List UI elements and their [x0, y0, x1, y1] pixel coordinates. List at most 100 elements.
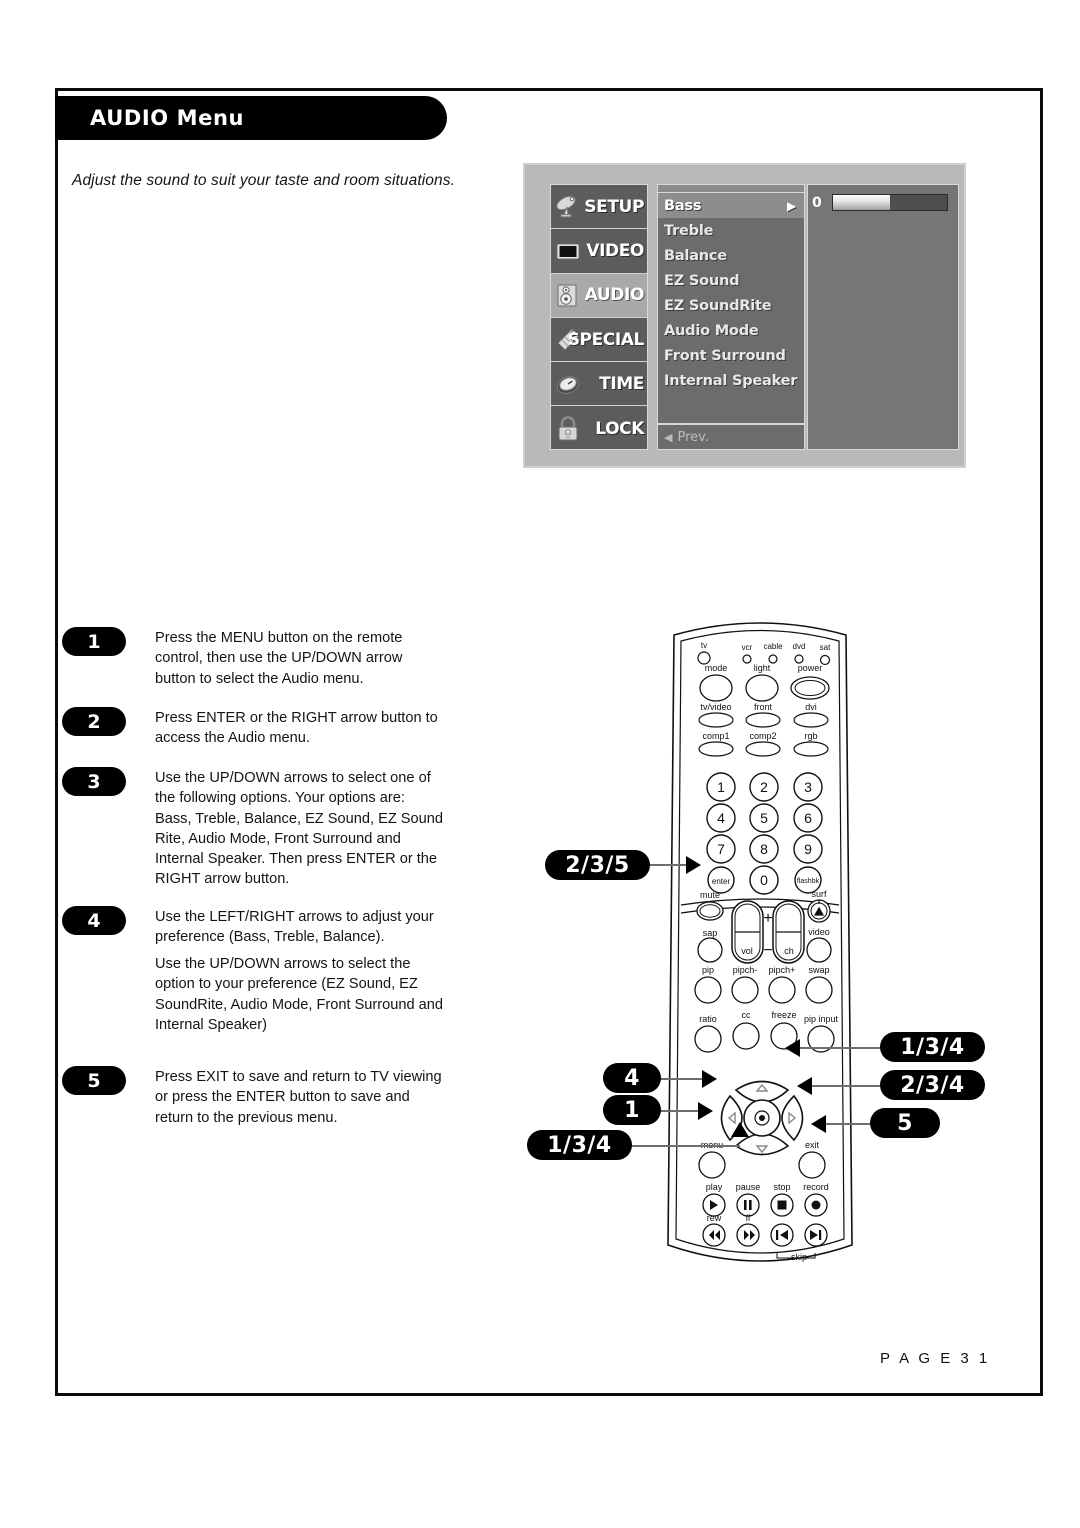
leader-line-menu: [658, 1110, 702, 1112]
remote-label-plus: +: [763, 910, 772, 927]
step-text-4b: Use the UP/DOWN arrows to select the opt…: [155, 956, 444, 1033]
remote-label-rgb: rgb: [804, 731, 817, 741]
arrowhead-exit: [811, 1115, 826, 1133]
remote-label-pip: pip: [702, 965, 714, 975]
remote-label-stop: stop: [773, 1182, 790, 1192]
remote-label-freeze: freeze: [771, 1010, 796, 1020]
osd-category-label: SETUP: [584, 196, 644, 217]
osd-item-front-surround[interactable]: Front Surround: [658, 343, 804, 368]
osd-item-label: Front Surround: [664, 347, 786, 364]
step-number-3: 3: [62, 767, 126, 796]
osd-category-label: LOCK: [595, 418, 644, 439]
osd-category-time[interactable]: TIME: [551, 362, 647, 407]
page-footer: P A G E 3 1: [880, 1350, 991, 1367]
arrowhead-right: [797, 1077, 812, 1095]
osd-item-label: Bass: [664, 197, 702, 214]
callout-up: 1/3/4: [880, 1032, 985, 1062]
osd-item-label: Treble: [664, 222, 714, 239]
chevron-left-icon: ◀: [664, 430, 673, 444]
osd-item-label: Audio Mode: [664, 322, 759, 339]
remote-label-mode: mode: [705, 663, 728, 673]
osd-category-lock[interactable]: LOCK: [551, 406, 647, 450]
satellite-dish-icon: [555, 194, 581, 220]
osd-bass-value: 0: [812, 195, 822, 211]
remote-label-tv-video: tv/video: [700, 702, 731, 712]
osd-list-top-bar: [658, 185, 804, 193]
osd-category-special[interactable]: SPECIAL: [551, 318, 647, 363]
remote-label-ff: ff: [746, 1213, 751, 1223]
intro-text: Adjust the sound to suit your taste and …: [72, 172, 455, 189]
remote-label-record: record: [803, 1182, 829, 1192]
osd-item-label: Internal Speaker: [664, 372, 798, 389]
remote-label-light: light: [754, 663, 771, 673]
osd-category-label: AUDIO: [584, 285, 645, 306]
remote-label-ch: ch: [784, 946, 794, 956]
osd-category-sidebar: SETUP VIDEO AUDIO SPECIAL TIME LOCK: [550, 184, 648, 450]
remote-key-flashbk: flashbk: [797, 878, 820, 885]
remote-label-mute: mute: [700, 890, 720, 900]
remote-key-8: 8: [760, 841, 768, 857]
manual-page: AUDIO Menu Adjust the sound to suit your…: [0, 0, 1080, 1528]
osd-item-ez-soundrite[interactable]: EZ SoundRite: [658, 293, 804, 318]
osd-prev-button[interactable]: ◀ Prev.: [658, 423, 804, 449]
remote-label-video: video: [808, 927, 830, 937]
remote-key-4: 4: [717, 810, 725, 826]
step-number-1: 1: [62, 627, 126, 656]
leader-line-enter: [648, 864, 690, 866]
osd-item-balance[interactable]: Balance: [658, 243, 804, 268]
leader-line-up: [800, 1047, 886, 1049]
remote-label-pipch-minus: pipch-: [733, 965, 758, 975]
remote-label-cc: cc: [742, 1010, 752, 1020]
record-icon: [811, 1200, 821, 1210]
chevron-right-icon: ▶: [786, 198, 796, 213]
osd-category-video[interactable]: VIDEO: [551, 229, 647, 274]
callout-right: 2/3/4: [880, 1070, 985, 1100]
leader-line-left: [658, 1078, 706, 1080]
arrowhead-down: [731, 1122, 749, 1137]
osd-bass-slider[interactable]: [832, 194, 948, 211]
remote-label-sat: sat: [820, 643, 831, 652]
step-text-3: Use the UP/DOWN arrows to select one of …: [155, 770, 443, 888]
osd-item-label: EZ SoundRite: [664, 297, 772, 314]
page-header-bar: AUDIO Menu: [55, 96, 447, 140]
osd-item-audio-mode[interactable]: Audio Mode: [658, 318, 804, 343]
callout-exit: 5: [870, 1108, 940, 1138]
osd-category-audio[interactable]: AUDIO: [551, 273, 647, 318]
remote-label-skip: skip: [791, 1252, 807, 1262]
page-title: AUDIO Menu: [90, 106, 245, 130]
remote-label-sap: sap: [703, 928, 718, 938]
step-number-5: 5: [62, 1066, 126, 1095]
osd-item-ez-sound[interactable]: EZ Sound: [658, 268, 804, 293]
arrowhead-menu: [698, 1102, 713, 1120]
remote-key-7: 7: [717, 841, 725, 857]
remote-label-pause: pause: [736, 1182, 761, 1192]
remote-key-0: 0: [760, 872, 768, 888]
remote-key-enter: enter: [712, 877, 731, 886]
leader-line-down: [630, 1145, 740, 1147]
osd-menu: SETUP VIDEO AUDIO SPECIAL TIME LOCK Bass…: [523, 163, 966, 468]
osd-category-label: TIME: [599, 373, 644, 394]
tv-screen-icon: [555, 238, 581, 264]
remote-key-2: 2: [760, 779, 768, 795]
step-number-2: 2: [62, 707, 126, 736]
pause-icon: [744, 1200, 747, 1210]
osd-item-list: Bass ▶ Treble Balance EZ Sound EZ SoundR…: [657, 184, 805, 450]
remote-label-pip-input: pip input: [804, 1014, 839, 1024]
remote-label-pipch-plus: pipch+: [769, 965, 796, 975]
step-text-1: Press the MENU button on the remote cont…: [155, 630, 403, 687]
remote-control-illustration: tv vcr cable dvd sat mode light power tv…: [660, 605, 860, 1280]
osd-item-treble[interactable]: Treble: [658, 218, 804, 243]
step-text-2: Press ENTER or the RIGHT arrow button to…: [155, 710, 438, 747]
remote-label-play: play: [706, 1182, 723, 1192]
osd-category-setup[interactable]: SETUP: [551, 185, 647, 230]
osd-item-internal-speaker[interactable]: Internal Speaker: [658, 368, 804, 393]
remote-label-surf: surf: [811, 889, 827, 899]
remote-label-front: front: [754, 702, 773, 712]
padlock-icon: [555, 415, 581, 442]
remote-label-tv: tv: [701, 641, 707, 650]
remote-label-swap: swap: [808, 965, 829, 975]
remote-label-exit: exit: [805, 1140, 820, 1150]
step-text-4: Use the LEFT/RIGHT arrows to adjust your…: [155, 909, 434, 946]
osd-item-bass[interactable]: Bass ▶: [658, 193, 804, 218]
remote-key-5: 5: [760, 810, 768, 826]
